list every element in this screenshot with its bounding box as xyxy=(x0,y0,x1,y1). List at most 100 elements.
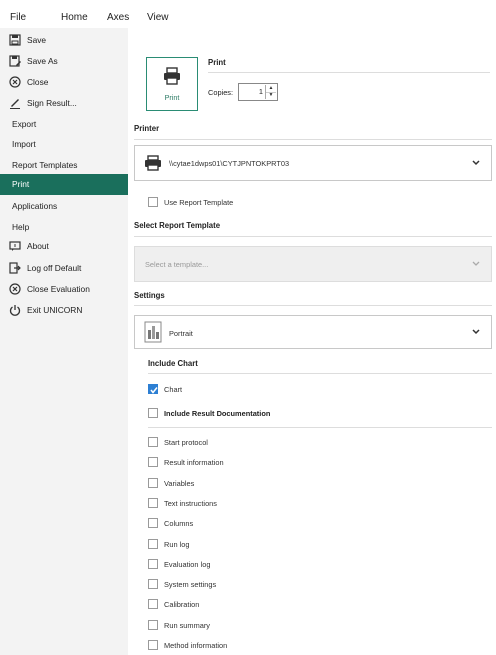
result-doc-label: Calibration xyxy=(164,600,200,609)
result-doc-label: Text instructions xyxy=(164,499,217,508)
result-doc-label: Run log xyxy=(164,540,190,549)
chevron-down-icon xyxy=(472,160,480,166)
result-doc-checkbox[interactable] xyxy=(148,599,158,609)
sidebar-item-label: Exit UNICORN xyxy=(27,305,83,315)
sidebar-item-label: Print xyxy=(12,179,30,189)
result-doc-checkbox[interactable] xyxy=(148,559,158,569)
settings-section-label: Settings xyxy=(134,291,165,300)
sidebar-item-label: Import xyxy=(12,139,36,149)
chart-label: Chart xyxy=(164,385,183,394)
sidebar-item-print[interactable]: Print xyxy=(0,174,128,195)
sidebar-item-save-as[interactable]: Save As xyxy=(0,51,128,72)
sidebar-item-import[interactable]: Import xyxy=(0,134,128,155)
sidebar-item-report-templates[interactable]: Report Templates xyxy=(0,155,128,176)
use-report-template-label: Use Report Template xyxy=(164,198,234,207)
include-chart-section-label: Include Chart xyxy=(148,359,198,368)
save-icon xyxy=(9,34,21,46)
menu-file[interactable]: File xyxy=(10,12,26,23)
chevron-down-icon xyxy=(472,329,480,335)
sidebar-item-label: Sign Result... xyxy=(27,98,77,108)
sidebar-item-applications[interactable]: Applications xyxy=(0,196,128,217)
sidebar-item-log-off[interactable]: Log off Default xyxy=(0,258,128,279)
printer-icon xyxy=(164,67,180,85)
result-doc-label: Start protocol xyxy=(164,438,208,447)
print-button[interactable]: Print xyxy=(146,57,198,111)
divider xyxy=(134,139,492,140)
printer-icon xyxy=(145,155,161,171)
copies-label: Copies: xyxy=(208,88,234,97)
menu-view[interactable]: View xyxy=(147,12,169,23)
sidebar-item-label: Log off Default xyxy=(27,263,82,273)
divider xyxy=(134,236,492,237)
sidebar-item-close-evaluation[interactable]: Close Evaluation xyxy=(0,279,128,300)
result-doc-label: Evaluation log xyxy=(164,560,211,569)
result-doc-label: Method information xyxy=(164,641,228,650)
portrait-page-icon xyxy=(144,321,162,343)
result-doc-checkbox[interactable] xyxy=(148,539,158,549)
result-doc-label: System settings xyxy=(164,580,217,589)
result-doc-label: Run summary xyxy=(164,621,210,630)
chevron-down-icon xyxy=(472,261,480,266)
select-template-section-label: Select Report Template xyxy=(134,221,221,230)
use-report-template-checkbox[interactable] xyxy=(148,197,158,207)
result-doc-checkbox[interactable] xyxy=(148,640,158,650)
copies-spinner: ▲ ▼ xyxy=(265,85,276,99)
logoff-icon xyxy=(9,262,21,274)
print-panel: Print Print Copies: 1 ▲ ▼ Printer \\cyta… xyxy=(128,28,496,655)
include-result-documentation-label: Include Result Documentation xyxy=(164,409,271,418)
sidebar-item-label: About xyxy=(27,241,49,251)
divider xyxy=(208,72,490,73)
printer-select[interactable]: \\cytae1dwps01\CYTJPNTOKPRT03 xyxy=(134,145,492,181)
chart-checkbox[interactable] xyxy=(148,384,158,394)
sidebar-item-label: Applications xyxy=(12,201,58,211)
sidebar-item-label: Close Evaluation xyxy=(27,284,90,294)
close-circle-icon xyxy=(9,76,21,88)
copies-stepper[interactable]: 1 ▲ ▼ xyxy=(238,83,278,101)
menu-home[interactable]: Home xyxy=(61,12,88,23)
result-doc-label: Columns xyxy=(164,519,194,528)
power-icon xyxy=(9,305,21,316)
result-doc-label: Result information xyxy=(164,458,224,467)
result-doc-checkbox[interactable] xyxy=(148,457,158,467)
print-title: Print xyxy=(208,58,226,67)
template-select[interactable]: Select a template... xyxy=(134,246,492,282)
sidebar-item-label: Close xyxy=(27,77,49,87)
include-result-documentation-checkbox[interactable] xyxy=(148,408,158,418)
about-icon xyxy=(9,241,21,251)
sign-icon xyxy=(10,99,20,109)
close-circle-icon xyxy=(9,283,21,295)
result-doc-label: Variables xyxy=(164,479,195,488)
result-doc-checkbox[interactable] xyxy=(148,478,158,488)
template-placeholder: Select a template... xyxy=(145,260,209,269)
sidebar-item-close[interactable]: Close xyxy=(0,72,128,93)
sidebar-item-export[interactable]: Export xyxy=(0,114,128,135)
result-doc-checkbox[interactable] xyxy=(148,518,158,528)
printer-section-label: Printer xyxy=(134,124,160,133)
spin-down-button[interactable]: ▼ xyxy=(266,92,276,99)
sidebar-item-label: Save xyxy=(27,35,47,45)
save-as-icon xyxy=(9,55,21,67)
backstage-sidebar: Save Save As Close Sign Result... Export… xyxy=(0,28,128,655)
copies-value: 1 xyxy=(258,87,263,96)
sidebar-item-label: Save As xyxy=(27,56,58,66)
sidebar-item-exit[interactable]: Exit UNICORN xyxy=(0,300,128,321)
orientation-value: Portrait xyxy=(169,329,193,338)
result-doc-checkbox[interactable] xyxy=(148,579,158,589)
divider xyxy=(148,373,492,374)
result-doc-checkbox[interactable] xyxy=(148,620,158,630)
sidebar-item-save[interactable]: Save xyxy=(0,30,128,51)
sidebar-item-label: Report Templates xyxy=(12,160,78,170)
result-doc-checkbox[interactable] xyxy=(148,437,158,447)
orientation-select[interactable]: Portrait xyxy=(134,315,492,349)
sidebar-item-about[interactable]: About xyxy=(0,236,128,257)
sidebar-item-help[interactable]: Help xyxy=(0,217,128,238)
sidebar-item-sign-result[interactable]: Sign Result... xyxy=(0,93,128,114)
print-button-label: Print xyxy=(164,93,180,102)
menu-axes[interactable]: Axes xyxy=(107,12,129,23)
result-doc-checkbox[interactable] xyxy=(148,498,158,508)
sidebar-item-label: Export xyxy=(12,119,37,129)
divider xyxy=(148,427,492,428)
checkmark-icon xyxy=(150,387,158,394)
divider xyxy=(134,305,492,306)
printer-name: \\cytae1dwps01\CYTJPNTOKPRT03 xyxy=(169,159,290,168)
